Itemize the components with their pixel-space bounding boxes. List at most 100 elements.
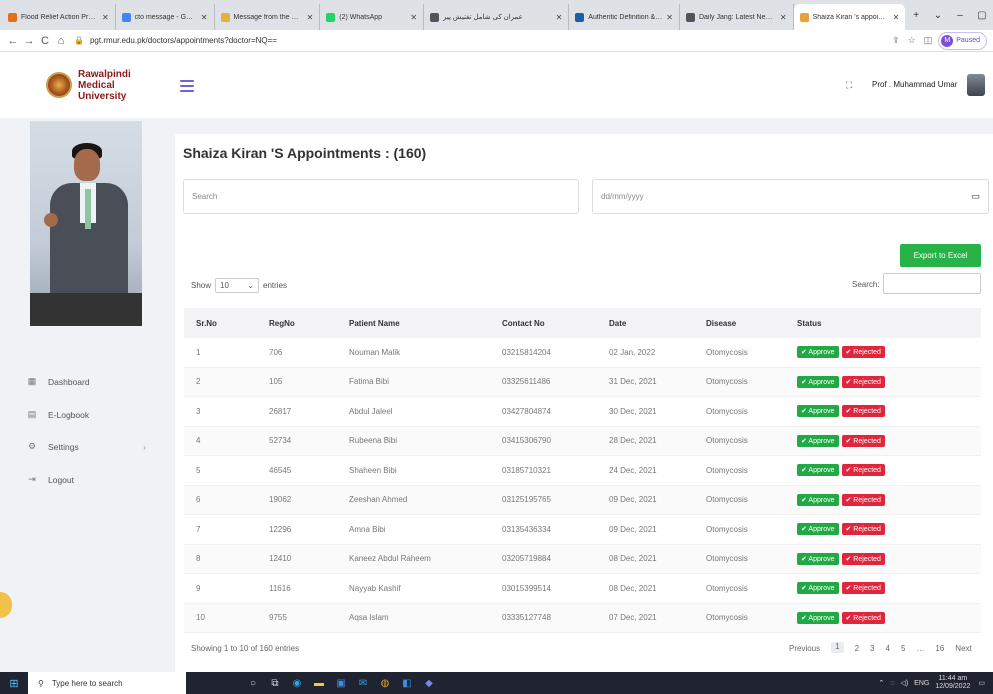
browser-tab[interactable]: Authentic Definition & Me ✕ xyxy=(569,4,680,30)
reject-button[interactable]: ✔ Rejected xyxy=(841,493,885,506)
notification-icon[interactable]: ▭ xyxy=(978,679,985,687)
page-button[interactable]: 2 xyxy=(855,644,859,653)
page-button[interactable]: 16 xyxy=(935,644,944,653)
hamburger-menu-icon[interactable] xyxy=(180,80,194,92)
reject-button[interactable]: ✔ Rejected xyxy=(841,582,885,595)
column-header[interactable]: RegNo xyxy=(269,319,349,328)
mail-icon[interactable]: ✉ xyxy=(352,672,374,694)
approve-button[interactable]: ✔ Approve xyxy=(797,464,839,477)
reject-button[interactable]: ✔ Rejected xyxy=(841,611,885,624)
column-header[interactable]: Disease xyxy=(706,319,797,328)
close-icon[interactable]: ✕ xyxy=(556,13,563,22)
close-icon[interactable]: ✕ xyxy=(102,13,109,22)
task-view-icon[interactable]: ⧉ xyxy=(264,672,286,694)
tab-search-icon[interactable]: ⌄ xyxy=(927,10,949,21)
edge-icon[interactable]: ◉ xyxy=(286,672,308,694)
approve-button[interactable]: ✔ Approve xyxy=(797,346,839,359)
close-icon[interactable]: ✕ xyxy=(307,13,314,22)
back-icon[interactable]: ← xyxy=(6,35,20,47)
close-icon[interactable]: ✕ xyxy=(666,13,673,22)
browser-tab[interactable]: Shaiza Kiran 's appointme ✕ xyxy=(793,4,906,30)
table-search-input[interactable] xyxy=(883,273,981,294)
browser-tab[interactable]: عمران کی شامل تفتیش پیر ✕ xyxy=(424,4,570,30)
approve-button[interactable]: ✔ Approve xyxy=(797,493,839,506)
approve-button[interactable]: ✔ Approve xyxy=(797,375,839,388)
forward-icon[interactable]: → xyxy=(22,35,36,47)
close-icon[interactable]: ✕ xyxy=(201,13,208,22)
approve-button[interactable]: ✔ Approve xyxy=(797,552,839,565)
approve-button[interactable]: ✔ Approve xyxy=(797,405,839,418)
close-icon[interactable]: ✕ xyxy=(893,13,900,22)
reload-icon[interactable]: C xyxy=(38,35,52,47)
export-excel-button[interactable]: Export to Excel xyxy=(900,244,981,267)
network-icon[interactable]: ◌ xyxy=(890,680,894,687)
share-icon[interactable]: ⇪ xyxy=(892,35,900,46)
user-avatar[interactable] xyxy=(967,74,985,96)
approve-button[interactable]: ✔ Approve xyxy=(797,611,839,624)
reject-button[interactable]: ✔ Rejected xyxy=(841,464,885,477)
user-name[interactable]: Prof . Muhammad Umar xyxy=(872,80,957,89)
logo-area[interactable]: Rawalpindi Medical University xyxy=(0,52,165,118)
profile-button[interactable]: M Paused xyxy=(938,31,987,50)
browser-tab[interactable]: Daily Jang: Latest News, B ✕ xyxy=(680,4,794,30)
column-header[interactable]: Status xyxy=(797,319,981,328)
cortana-icon[interactable]: ○ xyxy=(242,672,264,694)
column-header[interactable]: Sr.No xyxy=(184,319,269,328)
outlook-icon[interactable]: ◧ xyxy=(396,672,418,694)
column-header[interactable]: Contact No xyxy=(502,319,609,328)
close-icon[interactable]: ✕ xyxy=(410,13,417,22)
reject-button[interactable]: ✔ Rejected xyxy=(841,523,885,536)
close-icon[interactable]: ✕ xyxy=(780,13,787,22)
table-cell: 03015399514 xyxy=(502,583,551,593)
reject-button[interactable]: ✔ Rejected xyxy=(841,434,885,447)
file-explorer-icon[interactable]: ▬ xyxy=(308,672,330,694)
reject-button[interactable]: ✔ Rejected xyxy=(841,346,885,359)
star-icon[interactable]: ☆ xyxy=(908,35,916,46)
sidepanel-icon[interactable]: ◫ xyxy=(924,35,933,46)
page-button[interactable]: 4 xyxy=(885,644,889,653)
new-tab-icon[interactable]: + xyxy=(905,10,927,21)
next-button[interactable]: Next xyxy=(955,644,971,653)
reject-button[interactable]: ✔ Rejected xyxy=(841,552,885,565)
browser-tab[interactable]: Message from the CTO - J ✕ xyxy=(215,4,321,30)
volume-icon[interactable]: ◁) xyxy=(900,679,908,687)
reject-button[interactable]: ✔ Rejected xyxy=(841,405,885,418)
windows-start-icon[interactable]: ⊞ xyxy=(0,672,28,694)
store-icon[interactable]: ▣ xyxy=(330,672,352,694)
clock[interactable]: 11:44 am 12/09/2022 xyxy=(935,675,970,691)
sidebar-item-logout[interactable]: ⇥ Logout xyxy=(26,474,146,485)
fullscreen-icon[interactable]: ⛶ xyxy=(846,80,852,91)
sidebar-item-elogbook[interactable]: ▤ E-Logbook xyxy=(26,409,146,420)
approve-button[interactable]: ✔ Approve xyxy=(797,582,839,595)
sidebar-item-settings[interactable]: ⚙ Settings › xyxy=(26,441,146,452)
home-icon[interactable]: ⌂ xyxy=(54,35,68,47)
table-cell: Otomycosis xyxy=(706,613,748,623)
minimize-icon[interactable]: – xyxy=(949,10,971,21)
browser-tab[interactable]: cto message - Google Sea ✕ xyxy=(116,4,215,30)
table-row: 5 46545 Shaheen Bibi 03185710321 24 Dec, 202… xyxy=(184,456,981,486)
calendar-icon[interactable]: ▭ xyxy=(971,191,980,202)
page-button[interactable]: 3 xyxy=(870,644,874,653)
maximize-icon[interactable]: ▢ xyxy=(971,10,993,21)
date-input[interactable]: dd/mm/yyyy ▭ xyxy=(592,179,989,214)
sidebar-item-dashboard[interactable]: ▦ Dashboard xyxy=(26,376,146,387)
taskbar-search[interactable]: ⚲ Type here to search xyxy=(28,672,186,694)
browser-tab[interactable]: Flood Relief Action Progra ✕ xyxy=(2,4,116,30)
column-header[interactable]: Date xyxy=(609,319,706,328)
approve-button[interactable]: ✔ Approve xyxy=(797,434,839,447)
table-cell: 03125195765 xyxy=(502,495,551,505)
page-button[interactable]: 1 xyxy=(831,642,844,653)
column-header[interactable]: Patient Name xyxy=(349,319,502,328)
reject-button[interactable]: ✔ Rejected xyxy=(841,375,885,388)
chrome-icon[interactable]: ◍ xyxy=(374,672,396,694)
search-input[interactable]: Search xyxy=(183,179,579,214)
url-field[interactable]: pgt.rmur.edu.pk/doctors/appointments?doc… xyxy=(90,36,277,45)
previous-button[interactable]: Previous xyxy=(789,644,820,653)
browser-tab[interactable]: (2) WhatsApp ✕ xyxy=(320,4,425,30)
approve-button[interactable]: ✔ Approve xyxy=(797,523,839,536)
language-indicator[interactable]: ENG xyxy=(914,680,929,687)
page-button[interactable]: 5 xyxy=(901,644,905,653)
teams-icon[interactable]: ◆ xyxy=(418,672,440,694)
chevron-up-icon[interactable]: ⌃ xyxy=(878,679,884,687)
entries-select[interactable]: 10 ⌄ xyxy=(215,278,260,293)
